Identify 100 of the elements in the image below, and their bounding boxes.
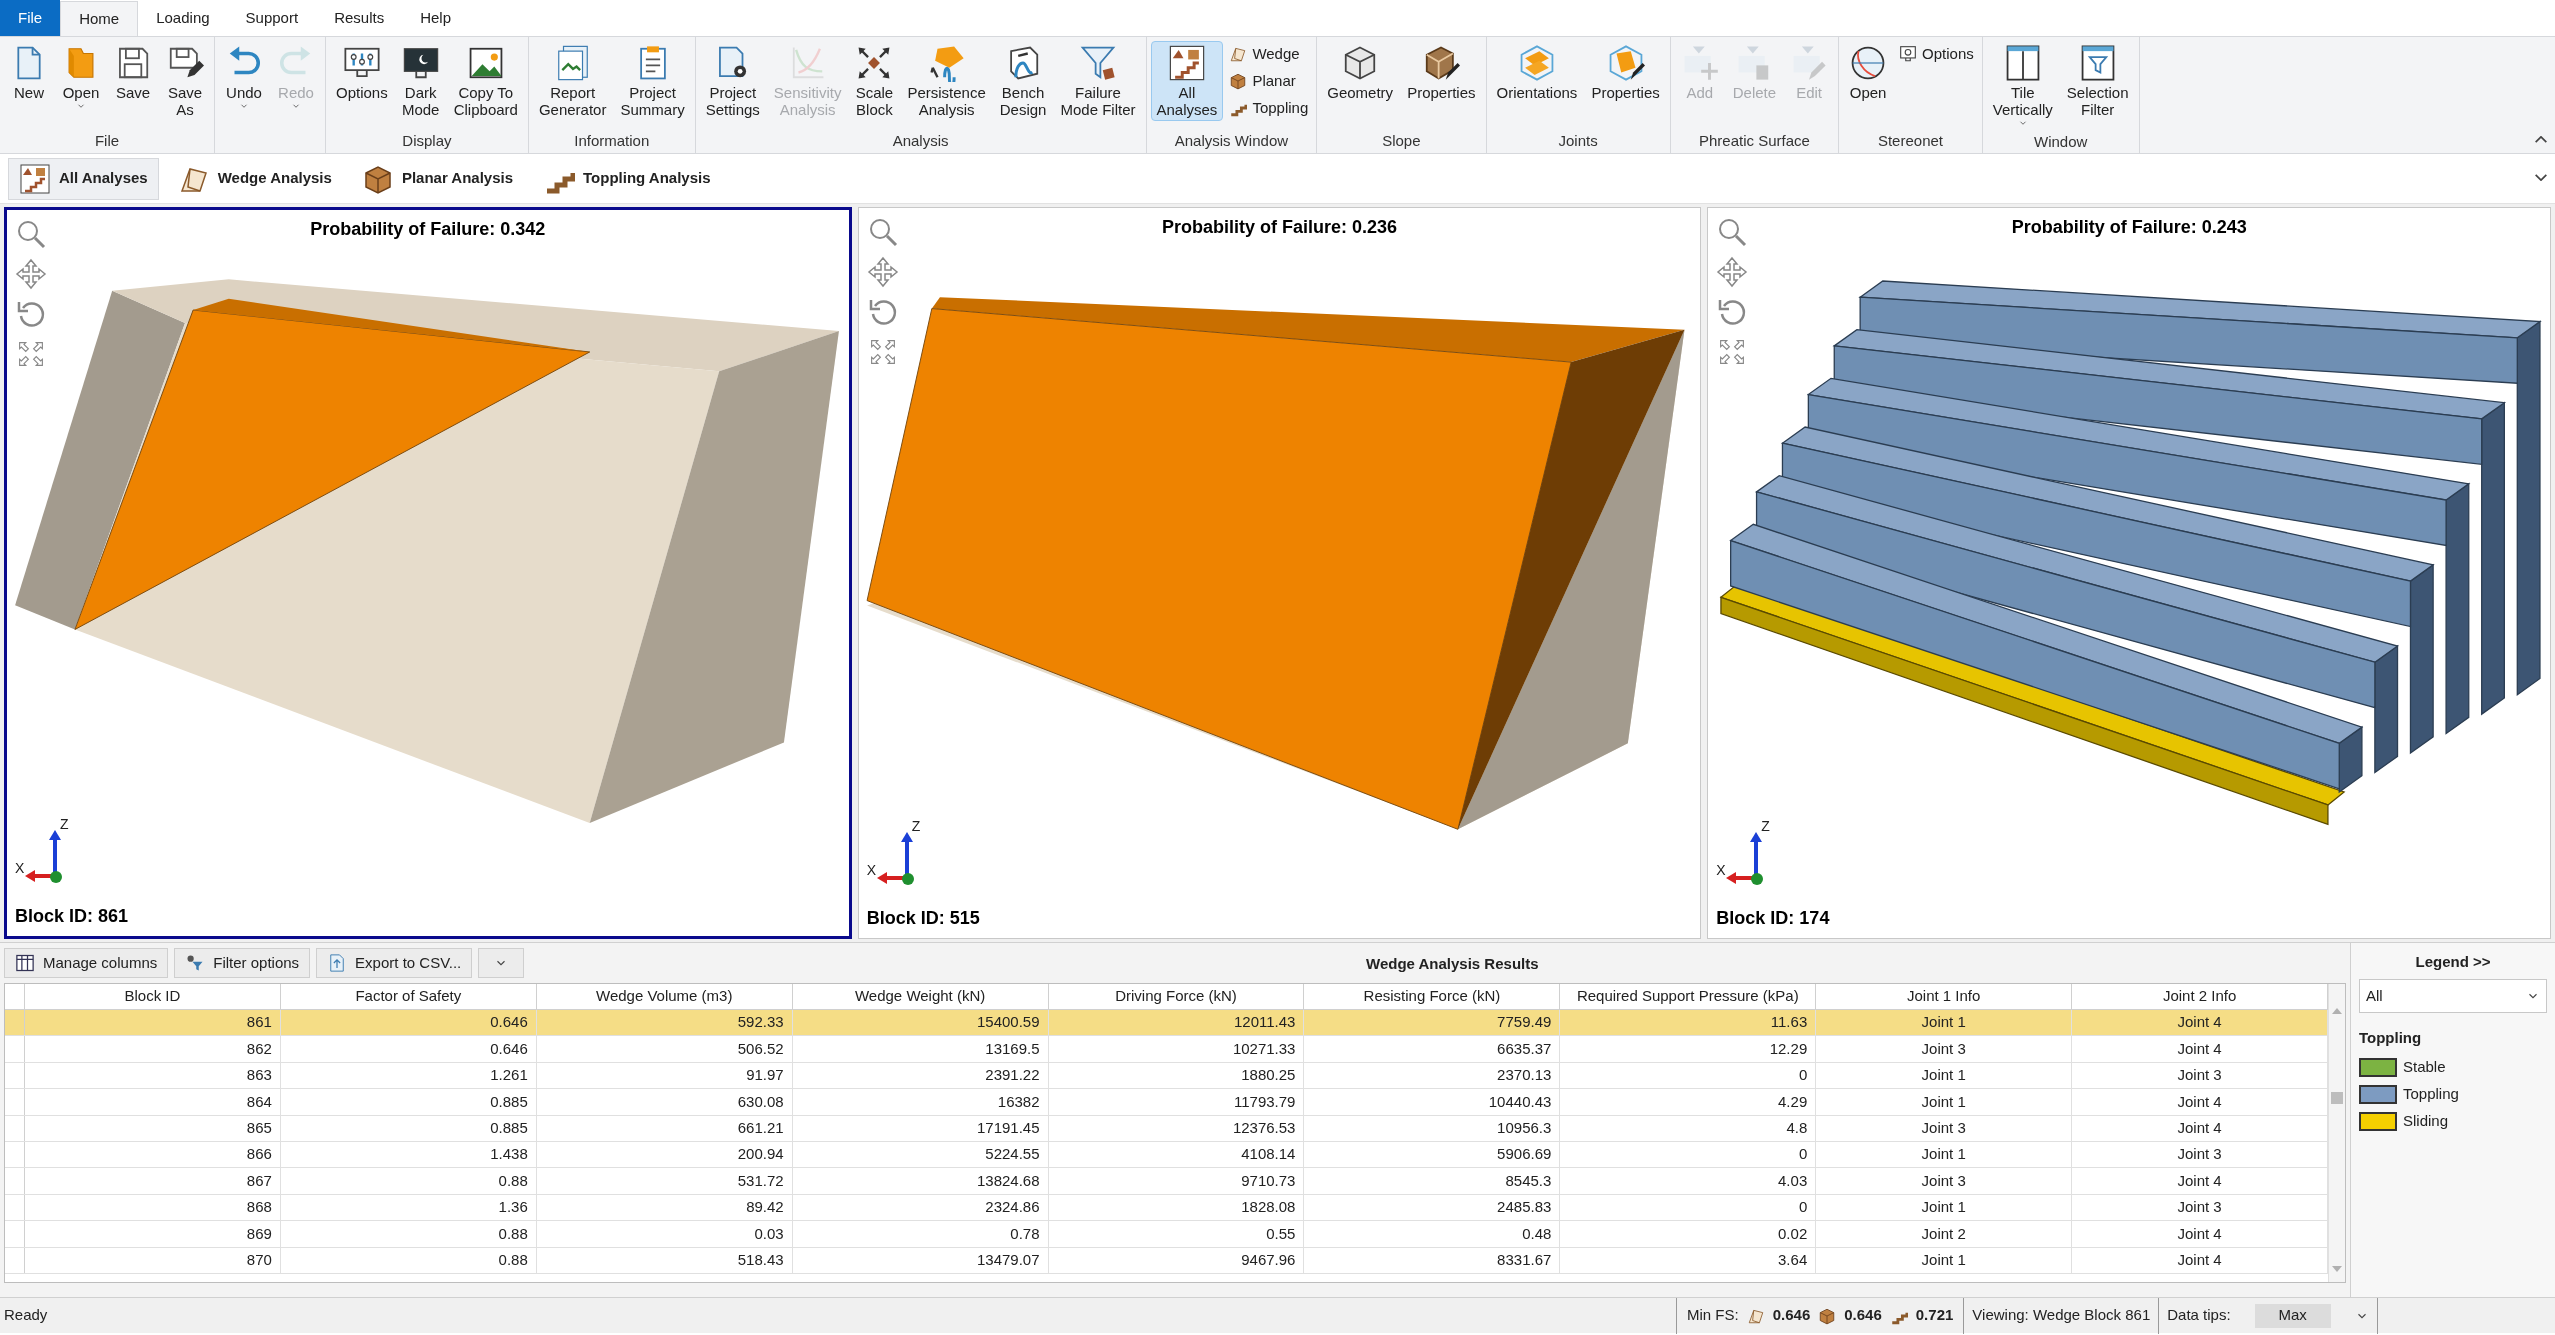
toolbar-button[interactable]: Manage columns xyxy=(4,948,169,978)
table-cell: 1.36 xyxy=(280,1194,537,1221)
column-header[interactable]: Required Support Pressure (kPa) xyxy=(1560,984,1817,1009)
ribbon-button[interactable]: Scale Block xyxy=(849,41,900,121)
table-cell: 870 xyxy=(25,1247,281,1273)
table-cell: 1.261 xyxy=(280,1062,537,1089)
table-row[interactable]: 864 0.885 630.08 16382 11793.79 10440.43 4.29 Joint 1 Joint 4 xyxy=(5,1089,2328,1116)
data-tips-dropdown[interactable]: Max xyxy=(2254,1303,2331,1328)
analysis-tab[interactable]: Wedge Analysis xyxy=(166,157,343,200)
table-cell: 0.78 xyxy=(792,1221,1049,1247)
ribbon-button[interactable]: All Analyses xyxy=(1150,41,1224,121)
ribbon-button[interactable]: Failure Mode Filter xyxy=(1054,41,1142,121)
table-cell: 0.88 xyxy=(280,1247,537,1273)
menu-tab[interactable]: File xyxy=(0,0,61,36)
ribbon-button[interactable]: Persistence Analysis xyxy=(901,41,992,121)
legend-title[interactable]: Legend >> xyxy=(2415,951,2491,977)
ribbon-button[interactable]: Properties xyxy=(1585,41,1666,104)
viewport-panel[interactable]: Probability of Failure: 0.342 Z X Block ID: 861 xyxy=(4,207,852,939)
viewport-panel[interactable]: Probability of Failure: 0.236 Z X Block ID: 515 xyxy=(857,207,1702,939)
chevron-up-icon[interactable] xyxy=(2535,136,2547,143)
table-row[interactable]: 869 0.88 0.03 0.78 0.55 0.48 0.02 Joint 2 Joint 4 xyxy=(5,1221,2328,1248)
ribbon-button[interactable]: Copy To Clipboard xyxy=(447,41,524,121)
ribbon-button[interactable]: Wedge xyxy=(1225,41,1313,67)
ribbon-group-label: Analysis Window xyxy=(1174,130,1289,151)
scroll-down-icon[interactable] xyxy=(2332,1266,2342,1274)
columns-grid-icon xyxy=(15,953,35,973)
table-cell: 13169.5 xyxy=(792,1036,1049,1062)
ribbon-button[interactable]: Open xyxy=(56,41,106,114)
table-cell: 4.29 xyxy=(1560,1089,1817,1115)
column-header[interactable]: Resisting Force (kN) xyxy=(1304,984,1561,1009)
table-row[interactable]: 866 1.438 200.94 5224.55 4108.14 5906.69 0 Joint 1 Joint 3 xyxy=(5,1141,2328,1169)
table-row[interactable]: 868 1.36 89.42 2324.86 1828.08 2485.83 0 Joint 1 Joint 3 xyxy=(5,1194,2328,1222)
toolbar-button[interactable]: Filter options xyxy=(174,948,311,978)
axis-label: X xyxy=(1716,861,1726,880)
axis-triad-icon xyxy=(876,832,915,886)
monitor-settings-icon xyxy=(1899,45,1918,63)
ribbon-button[interactable]: Report Generator xyxy=(532,41,613,121)
table-cell: 13479.07 xyxy=(792,1247,1049,1273)
legend-filter-dropdown[interactable]: All xyxy=(2359,979,2547,1013)
scrollbar[interactable] xyxy=(2328,984,2345,1282)
table-row[interactable]: 870 0.88 518.43 13479.07 9467.96 8331.67 3.64 Joint 1 Joint 4 xyxy=(5,1247,2328,1274)
table-row[interactable]: 863 1.261 91.97 2391.22 1880.25 2370.13 0 Joint 1 Joint 3 xyxy=(5,1062,2328,1090)
min-fs-label: Min FS: xyxy=(1687,1305,1739,1326)
table-cell: 6635.37 xyxy=(1304,1036,1561,1062)
column-header[interactable]: Factor of Safety xyxy=(280,984,537,1009)
legend-label: Toppling xyxy=(2403,1083,2459,1104)
ribbon-button[interactable]: Options xyxy=(330,41,394,104)
ribbon-button[interactable]: New xyxy=(4,41,54,104)
menu-tab[interactable]: Home xyxy=(60,1,139,37)
ribbon-button[interactable]: Planar xyxy=(1225,68,1313,94)
ribbon-button[interactable]: Dark Mode xyxy=(395,41,446,121)
pan-arrows-tool-button[interactable] xyxy=(866,256,899,288)
zoom-tool-button[interactable] xyxy=(15,218,47,250)
toolbar-button[interactable]: Export to CSV... xyxy=(316,948,473,978)
ribbon-button[interactable]: Open xyxy=(1843,41,1894,104)
min-fs-value: 0.646 xyxy=(1844,1305,1882,1326)
column-header[interactable]: Wedge Volume (m3) xyxy=(536,984,793,1009)
table-cell: Joint 1 xyxy=(1816,1089,2073,1115)
table-row[interactable]: 862 0.646 506.52 13169.5 10271.33 6635.37 12.29 Joint 3 Joint 4 xyxy=(5,1036,2328,1063)
table-cell: 861 xyxy=(25,1010,281,1036)
table-cell: 506.52 xyxy=(536,1036,793,1062)
column-header[interactable]: Joint 1 Info xyxy=(1816,984,2073,1009)
viewport-panel[interactable]: Probability of Failure: 0.243 Z X Block ID: 174 xyxy=(1707,207,2551,939)
pan-arrows-tool-button[interactable] xyxy=(1716,256,1749,288)
scroll-up-icon[interactable] xyxy=(2332,1006,2342,1014)
ribbon-button[interactable]: Save xyxy=(108,41,158,104)
zoom-tool-button[interactable] xyxy=(1716,216,1749,248)
ribbon-button[interactable]: Orientations xyxy=(1490,41,1584,104)
column-header[interactable]: Wedge Weight (kN) xyxy=(792,984,1049,1009)
ribbon-button[interactable]: Project Summary xyxy=(614,41,691,121)
ribbon-button[interactable]: Toppling xyxy=(1225,95,1313,121)
table-cell: 865 xyxy=(25,1115,281,1141)
chevron-down-icon[interactable] xyxy=(2535,174,2547,181)
ribbon-group-label: Phreatic Surface xyxy=(1699,130,1810,151)
ribbon-button[interactable]: Bench Design xyxy=(993,41,1053,121)
ribbon-button[interactable]: Options xyxy=(1895,41,1978,67)
analysis-tab[interactable]: Planar Analysis xyxy=(350,157,525,200)
analysis-tab[interactable]: Toppling Analysis xyxy=(532,157,722,200)
table-cell: 0 xyxy=(1560,1194,1817,1221)
table-row[interactable]: 865 0.885 661.21 17191.45 12376.53 10956.3 4.8 Joint 3 Joint 4 xyxy=(5,1115,2328,1142)
table-cell: 869 xyxy=(25,1221,281,1247)
ribbon-button[interactable]: Project Settings xyxy=(699,41,766,121)
ribbon-button[interactable]: Properties xyxy=(1401,41,1482,104)
pan-arrows-tool-button[interactable] xyxy=(15,258,47,290)
ribbon-button[interactable]: Save As xyxy=(160,41,210,121)
column-header[interactable]: Block ID xyxy=(25,984,281,1009)
table-cell: 1828.08 xyxy=(1048,1194,1305,1221)
ribbon-button[interactable]: Tile Vertically xyxy=(1986,41,2059,131)
ribbon-button[interactable]: Selection Filter xyxy=(2060,41,2135,121)
table-cell: 1880.25 xyxy=(1048,1062,1305,1089)
table-cell: 0.646 xyxy=(280,1036,537,1062)
column-header[interactable]: Driving Force (kN) xyxy=(1048,984,1305,1009)
ribbon-button[interactable]: Geometry xyxy=(1321,41,1400,104)
table-row[interactable]: 867 0.88 531.72 13824.68 9710.73 8545.3 4.03 Joint 3 Joint 4 xyxy=(5,1168,2328,1195)
table-row[interactable]: 861 0.646 592.33 15400.59 12011.43 7759.49 11.63 Joint 1 Joint 4 xyxy=(5,1010,2328,1037)
scrollbar-thumb[interactable] xyxy=(2331,1092,2343,1104)
ribbon-button[interactable]: Undo xyxy=(219,41,269,114)
ribbon-group-label: Slope xyxy=(1382,130,1421,151)
table-cell: 0 xyxy=(1560,1062,1817,1089)
analysis-tab[interactable]: All Analyses xyxy=(8,157,159,200)
